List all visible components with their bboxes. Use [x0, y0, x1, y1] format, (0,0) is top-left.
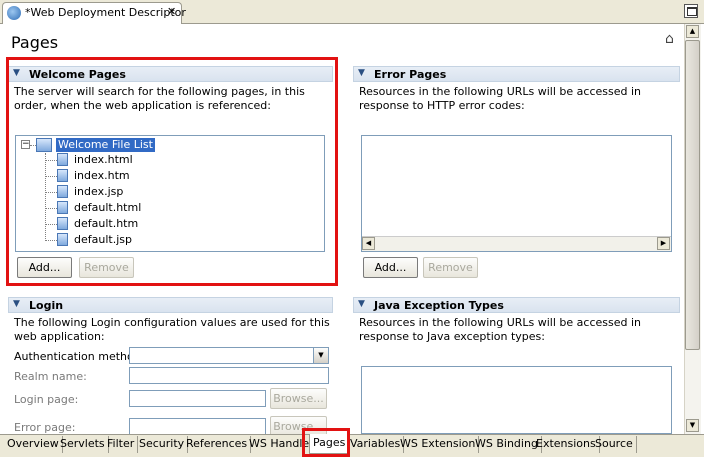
close-icon[interactable]: ✕	[167, 5, 176, 18]
collapse-icon[interactable]: ▼	[358, 68, 365, 78]
error-pages-title: Error Pages	[374, 68, 447, 81]
tab-servlets[interactable]: Servlets	[57, 436, 109, 453]
highlight-welcome-pages	[6, 57, 338, 286]
scroll-right-icon[interactable]: ▶	[657, 237, 670, 250]
web-descriptor-icon	[7, 6, 21, 20]
java-exception-title: Java Exception Types	[374, 299, 504, 312]
login-page-field[interactable]	[129, 390, 266, 407]
java-exception-header[interactable]: ▼ Java Exception Types	[353, 297, 680, 313]
chevron-down-icon[interactable]: ▼	[313, 348, 328, 363]
login-header[interactable]: ▼ Login	[8, 297, 333, 313]
tab-references[interactable]: References	[183, 436, 252, 453]
tab-source[interactable]: Source	[592, 436, 637, 453]
login-description: The following Login configuration values…	[14, 316, 330, 343]
error-pages-header[interactable]: ▼ Error Pages	[353, 66, 680, 82]
error-page-label: Error page:	[14, 421, 76, 434]
error-pages-description: Resources in the following URLs will be …	[359, 85, 641, 112]
home-help-icon[interactable]: ⌂	[665, 31, 674, 47]
scroll-up-icon[interactable]: ▲	[686, 25, 699, 38]
editor-tab[interactable]: *Web Deployment Descriptor ✕	[2, 2, 186, 24]
login-page-label: Login page:	[14, 393, 79, 406]
auth-method-select[interactable]: ▼	[129, 347, 329, 364]
collapse-icon[interactable]: ▼	[358, 299, 365, 309]
scrollbar-thumb[interactable]	[685, 40, 700, 350]
error-pages-list[interactable]	[361, 135, 672, 252]
editor-tab-title: *Web Deployment Descriptor	[25, 6, 186, 19]
scroll-down-icon[interactable]: ▼	[686, 419, 699, 432]
tab-filter[interactable]: Filter	[104, 436, 139, 453]
collapse-icon[interactable]: ▼	[13, 299, 20, 309]
login-title: Login	[29, 299, 64, 312]
login-page-browse-button[interactable]: Browse...	[270, 388, 327, 409]
auth-method-label: Authentication method:	[14, 350, 145, 363]
highlight-pages-tab	[302, 428, 350, 457]
page-title: Pages	[11, 33, 59, 52]
tab-extensions[interactable]: Extensions	[533, 436, 600, 453]
tab-ws-binding[interactable]: WS Binding	[472, 436, 542, 453]
error-remove-button[interactable]: Remove	[423, 257, 478, 278]
scroll-left-icon[interactable]: ◀	[362, 237, 375, 250]
tab-security[interactable]: Security	[136, 436, 189, 453]
realm-name-label: Realm name:	[14, 370, 87, 383]
java-exception-list[interactable]	[361, 366, 672, 434]
realm-name-field[interactable]	[129, 367, 329, 384]
error-add-button[interactable]: Add...	[363, 257, 418, 278]
maximize-icon[interactable]	[684, 4, 698, 18]
error-page-field[interactable]	[129, 418, 266, 435]
horizontal-scrollbar[interactable]	[362, 236, 671, 251]
tab-variables[interactable]: Variables	[347, 436, 405, 453]
tab-ws-extension[interactable]: WS Extension	[397, 436, 480, 453]
java-exception-description: Resources in the following URLs will be …	[359, 316, 641, 343]
tab-overview[interactable]: Overview	[4, 436, 63, 453]
